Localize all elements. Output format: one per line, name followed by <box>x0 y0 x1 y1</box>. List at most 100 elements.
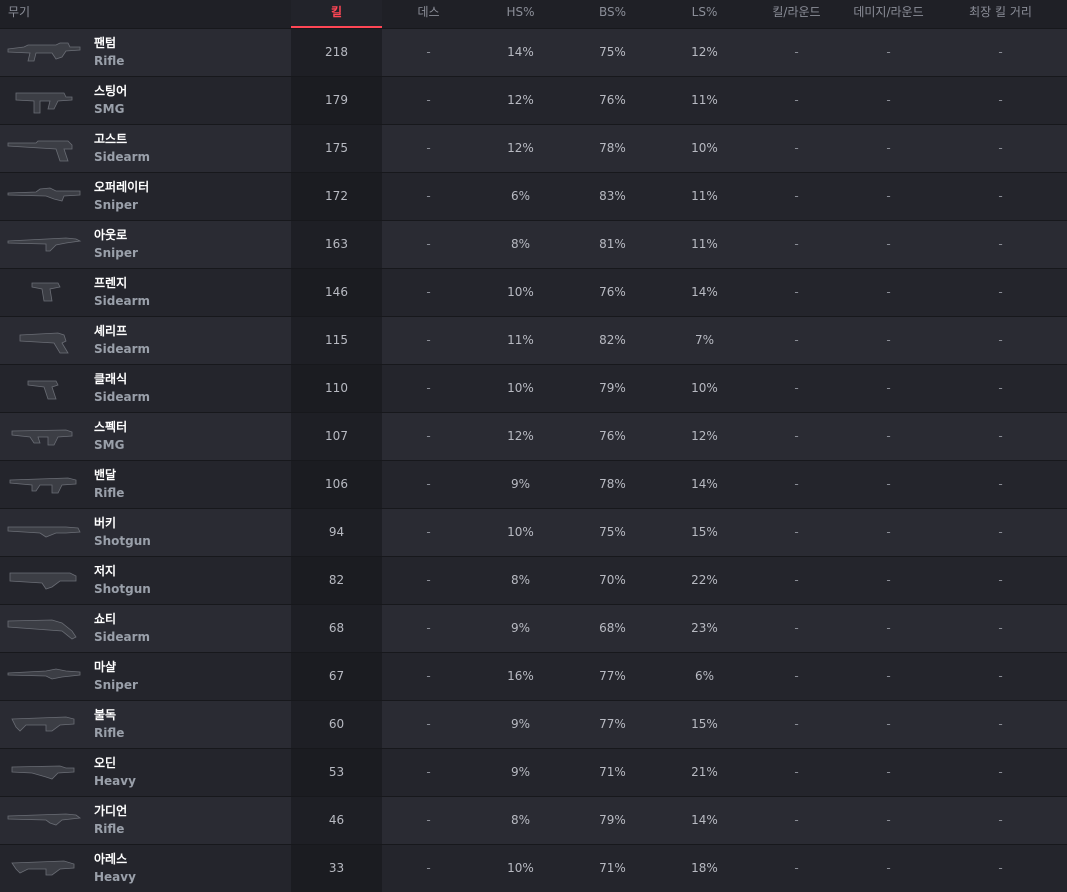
weapon-type: Heavy <box>94 870 136 884</box>
damage-per-round-value: - <box>886 477 891 491</box>
ls-value: 10% <box>691 381 718 395</box>
kills-per-round-value: - <box>794 621 799 635</box>
hs-value: 9% <box>510 717 531 731</box>
longest-kill-value: - <box>998 477 1003 491</box>
header-ls[interactable]: LS% <box>659 0 750 26</box>
hs-value: 6% <box>510 189 531 203</box>
table-row[interactable]: 버키 Shotgun 94 - 10% 75% 15% - - - <box>0 508 1067 556</box>
bs-value: 70% <box>599 573 626 587</box>
hs-value: 10% <box>507 525 534 539</box>
table-row[interactable]: 밴달 Rifle 106 - 9% 78% 14% - - - <box>0 460 1067 508</box>
hs-value: 12% <box>507 429 534 443</box>
weapon-type: Sidearm <box>94 150 151 164</box>
ls-value: 12% <box>691 429 718 443</box>
kills-value: 163 <box>325 237 348 251</box>
header-weapon[interactable]: 무기 <box>8 0 128 26</box>
ls-value: 15% <box>691 717 718 731</box>
header-hs[interactable]: HS% <box>475 0 566 26</box>
kills-value: 60 <box>328 717 345 731</box>
table-row[interactable]: 저지 Shotgun 82 - 8% 70% 22% - - - <box>0 556 1067 604</box>
damage-per-round-value: - <box>886 141 891 155</box>
weapon-name: 아레스 <box>94 852 128 866</box>
kills-per-round-value: - <box>794 237 799 251</box>
ls-value: 6% <box>694 669 715 683</box>
longest-kill-value: - <box>998 93 1003 107</box>
weapon-name: 오딘 <box>94 756 117 770</box>
weapon-type: Sidearm <box>94 390 151 404</box>
table-row[interactable]: 프렌지 Sidearm 146 - 10% 76% 14% - - - <box>0 268 1067 316</box>
ls-value: 21% <box>691 765 718 779</box>
bs-value: 79% <box>599 381 626 395</box>
weapon-type: Heavy <box>94 774 136 788</box>
kills-per-round-value: - <box>794 141 799 155</box>
kills-value: 107 <box>325 429 348 443</box>
table-row[interactable]: 불독 Rifle 60 - 9% 77% 15% - - - <box>0 700 1067 748</box>
table-row[interactable]: 쇼티 Sidearm 68 - 9% 68% 23% - - - <box>0 604 1067 652</box>
deaths-value: - <box>426 477 431 491</box>
table-row[interactable]: 고스트 Sidearm 175 - 12% 78% 10% - - - <box>0 124 1067 172</box>
ls-value: 11% <box>691 237 718 251</box>
table-row[interactable]: 셰리프 Sidearm 115 - 11% 82% 7% - - - <box>0 316 1067 364</box>
weapon-type: Sniper <box>94 198 138 212</box>
damage-per-round-value: - <box>886 429 891 443</box>
weapon-type: Rifle <box>94 726 125 740</box>
ls-value: 7% <box>694 333 715 347</box>
ls-value: 11% <box>691 93 718 107</box>
longest-kill-value: - <box>998 669 1003 683</box>
header-longest-kill[interactable]: 최장 킬 거리 <box>935 0 1066 26</box>
marshal-icon <box>7 668 81 680</box>
bs-value: 76% <box>599 285 626 299</box>
bulldog-icon <box>11 716 75 732</box>
table-row[interactable]: 스펙터 SMG 107 - 12% 76% 12% - - - <box>0 412 1067 460</box>
hs-value: 9% <box>510 765 531 779</box>
table-row[interactable]: 클래식 Sidearm 110 - 10% 79% 10% - - - <box>0 364 1067 412</box>
ls-value: 14% <box>691 285 718 299</box>
table-row[interactable]: 오퍼레이터 Sniper 172 - 6% 83% 11% - - - <box>0 172 1067 220</box>
bs-value: 75% <box>599 525 626 539</box>
kills-value: 175 <box>325 141 348 155</box>
damage-per-round-value: - <box>886 45 891 59</box>
longest-kill-value: - <box>998 525 1003 539</box>
hs-value: 10% <box>507 381 534 395</box>
weapon-type: Rifle <box>94 486 125 500</box>
hs-value: 11% <box>507 333 534 347</box>
header-kills-per-round[interactable]: 킬/라운드 <box>751 0 842 26</box>
weapon-type: SMG <box>94 438 125 452</box>
bs-value: 75% <box>599 45 626 59</box>
bs-value: 77% <box>599 717 626 731</box>
table-header: 무기 킬 데스 HS% BS% LS% 킬/라운드 데미지/라운드 최장 킬 거… <box>0 0 1067 28</box>
phantom-icon <box>7 42 81 62</box>
longest-kill-value: - <box>998 333 1003 347</box>
table-row[interactable]: 아웃로 Sniper 163 - 8% 81% 11% - - - <box>0 220 1067 268</box>
hs-value: 12% <box>507 93 534 107</box>
damage-per-round-value: - <box>886 717 891 731</box>
longest-kill-value: - <box>998 285 1003 299</box>
ls-value: 22% <box>691 573 718 587</box>
deaths-value: - <box>426 717 431 731</box>
weapon-type: Rifle <box>94 54 125 68</box>
weapon-type: Shotgun <box>94 582 151 596</box>
kills-value: 53 <box>328 765 345 779</box>
damage-per-round-value: - <box>886 765 891 779</box>
bs-value: 78% <box>599 477 626 491</box>
weapon-type: Sidearm <box>94 630 151 644</box>
bs-value: 76% <box>599 429 626 443</box>
header-deaths[interactable]: 데스 <box>383 0 474 26</box>
header-damage-per-round[interactable]: 데미지/라운드 <box>843 0 934 26</box>
classic-icon <box>27 380 59 400</box>
deaths-value: - <box>426 765 431 779</box>
frenzy-icon <box>31 282 61 302</box>
table-row[interactable]: 가디언 Rifle 46 - 8% 79% 14% - - - <box>0 796 1067 844</box>
header-bs[interactable]: BS% <box>567 0 658 26</box>
weapon-name: 셰리프 <box>94 324 128 338</box>
deaths-value: - <box>426 141 431 155</box>
weapon-type: Sidearm <box>94 342 151 356</box>
ls-value: 15% <box>691 525 718 539</box>
table-row[interactable]: 오딘 Heavy 53 - 9% 71% 21% - - - <box>0 748 1067 796</box>
weapon-name: 오퍼레이터 <box>94 180 150 194</box>
header-kills[interactable]: 킬 <box>291 0 382 28</box>
table-row[interactable]: 팬텀 Rifle 218 - 14% 75% 12% - - - <box>0 28 1067 76</box>
table-row[interactable]: 마샬 Sniper 67 - 16% 77% 6% - - - <box>0 652 1067 700</box>
table-row[interactable]: 스팅어 SMG 179 - 12% 76% 11% - - - <box>0 76 1067 124</box>
kills-per-round-value: - <box>794 45 799 59</box>
